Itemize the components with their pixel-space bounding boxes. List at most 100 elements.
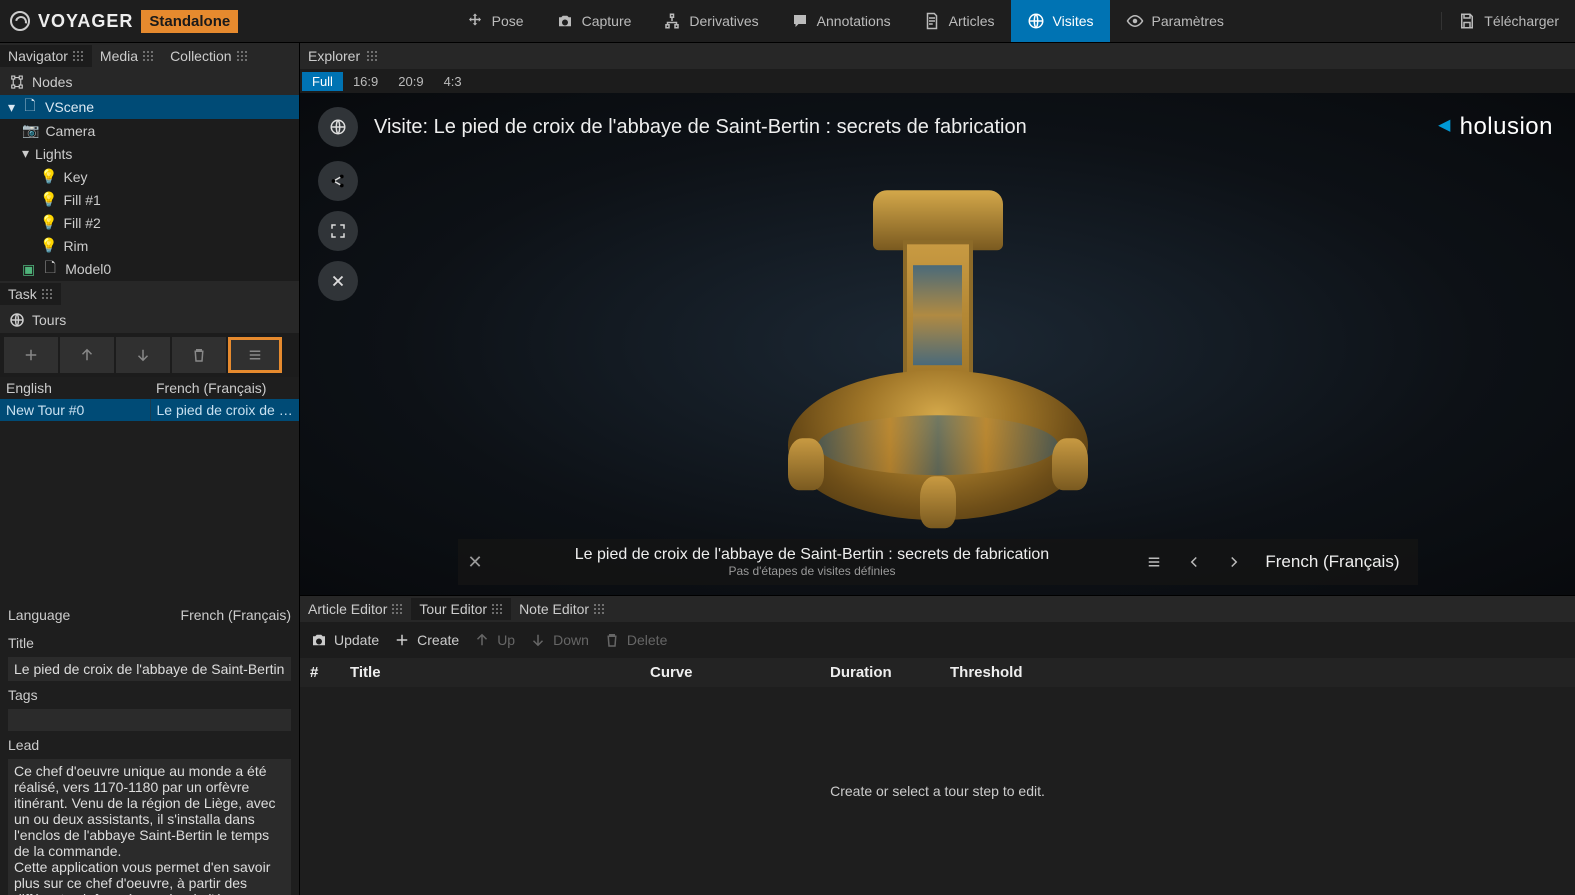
tree-light-key[interactable]: 💡Key xyxy=(0,165,299,188)
tour-row[interactable]: New Tour #0 Le pied de croix de l'abbaye… xyxy=(0,399,299,421)
step-up-button[interactable]: Up xyxy=(473,631,515,649)
arrow-up-icon xyxy=(473,631,491,649)
tab-visites-label: Visites xyxy=(1053,13,1094,29)
aspect-4-3[interactable]: 4:3 xyxy=(434,72,472,91)
nodes-icon xyxy=(8,73,26,91)
col-english: English xyxy=(6,380,156,396)
tree-light-fill2[interactable]: 💡Fill #2 xyxy=(0,211,299,234)
tour-row-french: Le pied de croix de l'abbaye de Saint-Be… xyxy=(150,399,300,421)
steps-empty-message: Create or select a tour step to edit. xyxy=(300,687,1575,895)
viewport-3d[interactable]: Visite: Le pied de croix de l'abbaye de … xyxy=(300,93,1575,595)
tree-light-fill1[interactable]: 💡Fill #1 xyxy=(0,188,299,211)
vp-bottom-center: Le pied de croix de l'abbaye de Saint-Be… xyxy=(497,546,1128,578)
vp-share-button[interactable] xyxy=(318,161,358,201)
tour-editor-tab[interactable]: Tour Editor xyxy=(411,598,511,620)
tab-parametres[interactable]: Paramètres xyxy=(1110,0,1240,42)
tab-derivatives[interactable]: Derivatives xyxy=(647,0,774,42)
media-tab[interactable]: Media xyxy=(92,45,162,67)
viewport-bottom-bar: ✕ Le pied de croix de l'abbaye de Saint-… xyxy=(458,539,1418,585)
tab-visites[interactable]: Visites xyxy=(1011,0,1110,42)
col-num: # xyxy=(310,664,350,681)
plus-icon xyxy=(393,631,411,649)
vp-globe-button[interactable] xyxy=(318,107,358,147)
top-tabs: Pose Capture Derivatives Annotations Art… xyxy=(450,0,1240,42)
collection-tab[interactable]: Collection xyxy=(162,45,255,67)
step-create-button[interactable]: Create xyxy=(393,631,459,649)
step-delete-button[interactable]: Delete xyxy=(603,631,667,649)
step-update-button[interactable]: Update xyxy=(310,631,379,649)
tab-articles-label: Articles xyxy=(949,13,995,29)
eye-icon xyxy=(1126,12,1144,30)
nodes-header: Nodes xyxy=(0,69,299,95)
vp-bottom-close[interactable]: ✕ xyxy=(468,552,483,573)
language-label: Language xyxy=(8,607,70,623)
bulb-icon: 💡 xyxy=(40,214,57,231)
language-row[interactable]: Language French (Français) xyxy=(0,601,299,629)
grip-icon xyxy=(236,50,248,62)
aspect-full[interactable]: Full xyxy=(302,72,343,91)
bulb-icon: 💡 xyxy=(40,191,57,208)
tags-label: Tags xyxy=(0,681,299,709)
tab-articles[interactable]: Articles xyxy=(907,0,1011,42)
file-icon: 🗋 xyxy=(41,260,59,278)
task-tab[interactable]: Task xyxy=(0,283,61,305)
tour-delete-button[interactable] xyxy=(172,337,226,373)
article-editor-tab[interactable]: Article Editor xyxy=(300,598,411,620)
vp-menu-button[interactable] xyxy=(1137,545,1171,579)
explorer-header: Explorer xyxy=(300,43,1575,69)
tour-row-english: New Tour #0 xyxy=(0,399,150,421)
tab-annotations[interactable]: Annotations xyxy=(775,0,907,42)
tree-camera[interactable]: 📷Camera xyxy=(0,119,299,142)
vp-fullscreen-button[interactable] xyxy=(318,211,358,251)
tab-parametres-label: Paramètres xyxy=(1152,13,1224,29)
tree-lights[interactable]: ▾ Lights xyxy=(0,142,299,165)
tour-menu-button[interactable] xyxy=(228,337,282,373)
left-sidebar: Navigator Media Collection Nodes ▾ 🗋VSce… xyxy=(0,43,300,895)
cube-icon: ▣ xyxy=(22,261,35,278)
tour-down-button[interactable] xyxy=(116,337,170,373)
aspect-20-9[interactable]: 20:9 xyxy=(388,72,433,91)
col-title: Title xyxy=(350,664,650,681)
viewport-brand: ▸ holusion xyxy=(1439,113,1553,141)
tab-capture-label: Capture xyxy=(582,13,632,29)
tours-header: Tours xyxy=(0,307,299,333)
vp-prev-button[interactable] xyxy=(1177,545,1211,579)
tour-add-button[interactable] xyxy=(4,337,58,373)
task-tabs: Task xyxy=(0,281,299,307)
tab-annotations-label: Annotations xyxy=(817,13,891,29)
vp-next-button[interactable] xyxy=(1217,545,1251,579)
mode-badge: Standalone xyxy=(141,10,238,33)
camera-icon xyxy=(310,631,328,649)
tree-model0[interactable]: ▣ 🗋Model0 xyxy=(0,257,299,281)
grip-icon xyxy=(72,50,84,62)
title-input[interactable] xyxy=(8,657,291,681)
model-render xyxy=(788,160,1088,520)
tree-light-rim[interactable]: 💡Rim xyxy=(0,234,299,257)
tab-derivatives-label: Derivatives xyxy=(689,13,758,29)
tour-table-header: English French (Français) xyxy=(0,377,299,399)
download-button[interactable]: Télécharger xyxy=(1441,12,1575,30)
tab-capture[interactable]: Capture xyxy=(540,0,648,42)
globe-icon xyxy=(1027,12,1045,30)
lead-textarea[interactable]: Ce chef d'oeuvre unique au monde a été r… xyxy=(8,759,291,895)
aspect-16-9[interactable]: 16:9 xyxy=(343,72,388,91)
grip-icon xyxy=(391,603,403,615)
tags-input[interactable] xyxy=(8,709,291,731)
center-area: Explorer Full 16:9 20:9 4:3 Visite: Le p… xyxy=(300,43,1575,895)
trash-icon xyxy=(603,631,621,649)
vp-tools-button[interactable] xyxy=(318,261,358,301)
vp-bottom-lang[interactable]: French (Français) xyxy=(1257,552,1407,572)
globe-icon xyxy=(8,311,26,329)
camera-icon xyxy=(556,12,574,30)
app-logo-icon xyxy=(10,11,30,31)
note-editor-tab[interactable]: Note Editor xyxy=(511,598,613,620)
tour-up-button[interactable] xyxy=(60,337,114,373)
tab-pose[interactable]: Pose xyxy=(450,0,540,42)
navigator-tab[interactable]: Navigator xyxy=(0,45,92,67)
tree-vscene[interactable]: ▾ 🗋VScene xyxy=(0,95,299,119)
steps-table-header: # Title Curve Duration Threshold xyxy=(300,658,1575,687)
step-down-button[interactable]: Down xyxy=(529,631,589,649)
holusion-text: holusion xyxy=(1460,113,1553,141)
download-label: Télécharger xyxy=(1484,13,1559,29)
bottom-toolbar: Update Create Up Down Delete xyxy=(300,622,1575,658)
